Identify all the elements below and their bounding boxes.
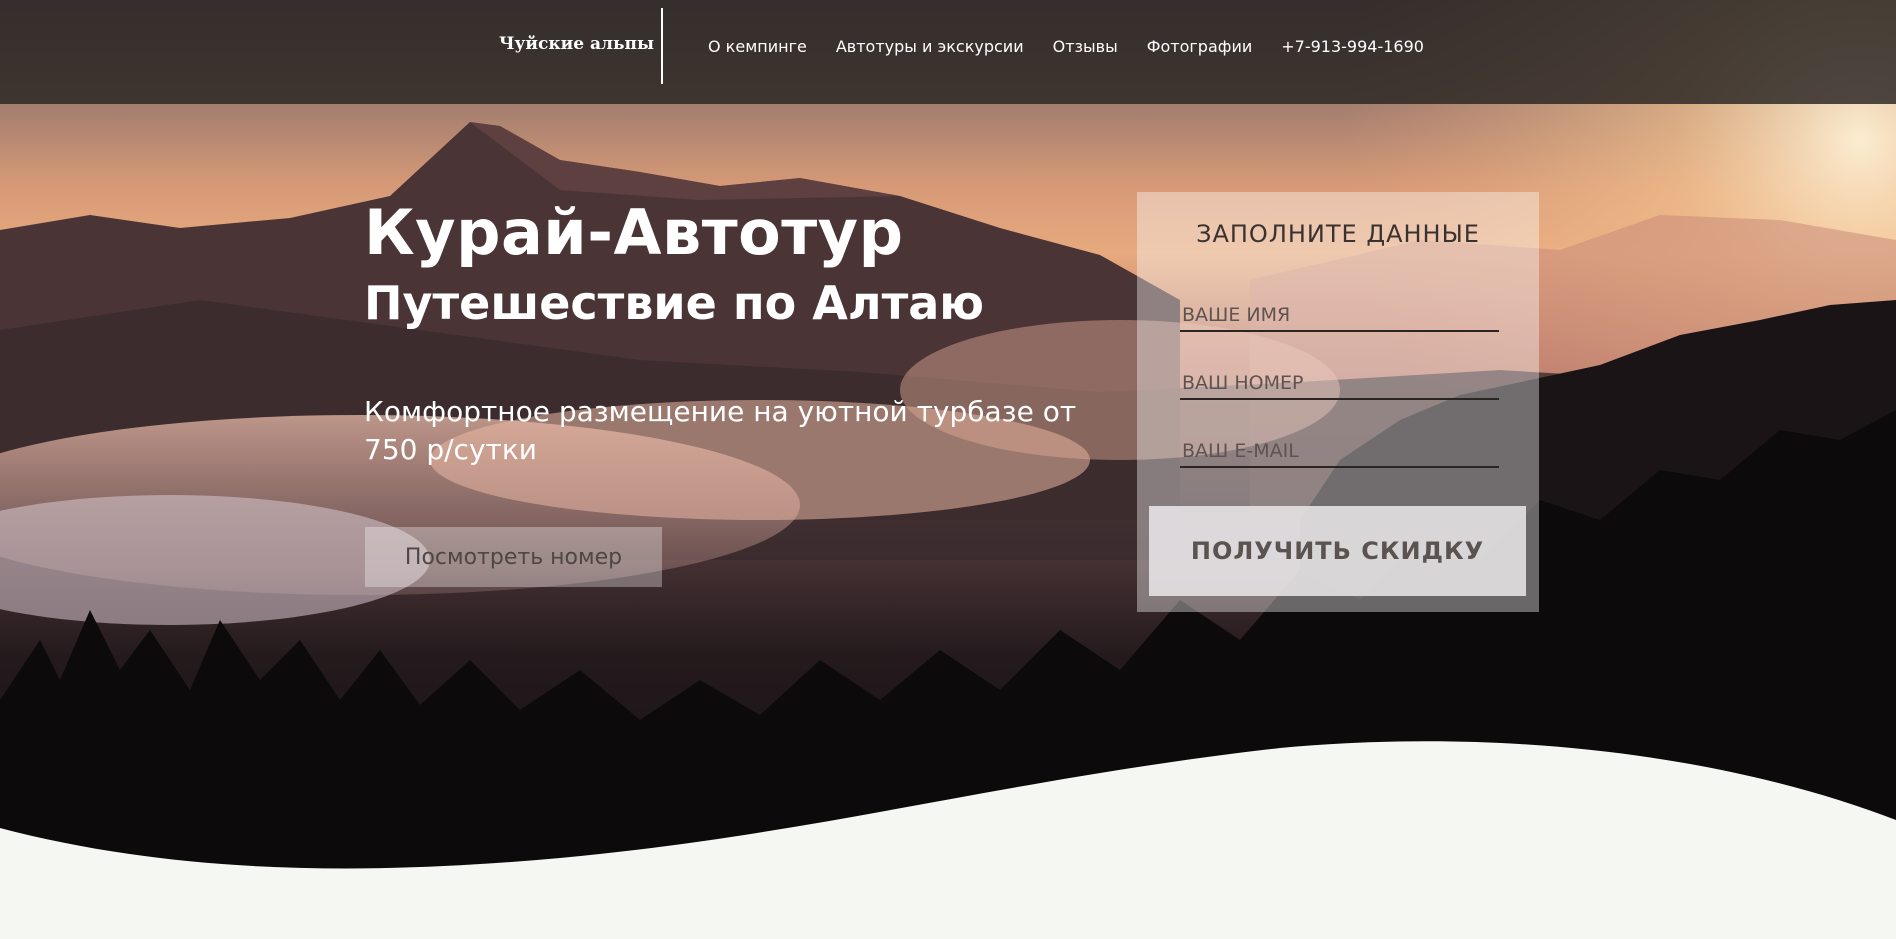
hero-tagline: Комфортное размещение на уютной турбазе … bbox=[364, 395, 1077, 466]
nav-divider bbox=[661, 8, 663, 84]
get-discount-button[interactable]: ПОЛУЧИТЬ СКИДКУ bbox=[1149, 506, 1526, 596]
name-input[interactable] bbox=[1180, 300, 1499, 332]
nav-link-tours[interactable]: Автотуры и экскурсии bbox=[836, 37, 1024, 56]
phone-input[interactable] bbox=[1180, 368, 1499, 400]
view-room-button[interactable]: Посмотреть номер bbox=[365, 527, 662, 587]
hero-section: Чуйские альпы О кемпинге Автотуры и экск… bbox=[0, 0, 1896, 939]
form-title: ЗАПОЛНИТЕ ДАННЫЕ bbox=[1196, 220, 1480, 248]
brand-logo[interactable]: Чуйские альпы bbox=[499, 34, 654, 54]
top-navigation-bar: Чуйские альпы О кемпинге Автотуры и экск… bbox=[0, 0, 1896, 104]
email-input[interactable] bbox=[1180, 436, 1499, 468]
wave-divider bbox=[0, 741, 1896, 939]
hero-title: Курай-Автотур bbox=[364, 196, 904, 269]
nav-link-about[interactable]: О кемпинге bbox=[708, 37, 807, 56]
discount-form: ЗАПОЛНИТЕ ДАННЫЕ ПОЛУЧИТЬ СКИДКУ bbox=[1137, 192, 1539, 612]
nav-link-phone[interactable]: +7-913-994-1690 bbox=[1281, 37, 1424, 56]
main-nav: О кемпинге Автотуры и экскурсии Отзывы Ф… bbox=[708, 37, 1424, 56]
nav-link-reviews[interactable]: Отзывы bbox=[1053, 37, 1118, 56]
hero-subtitle: Путешествие по Алтаю bbox=[364, 276, 984, 330]
nav-link-photos[interactable]: Фотографии bbox=[1147, 37, 1253, 56]
